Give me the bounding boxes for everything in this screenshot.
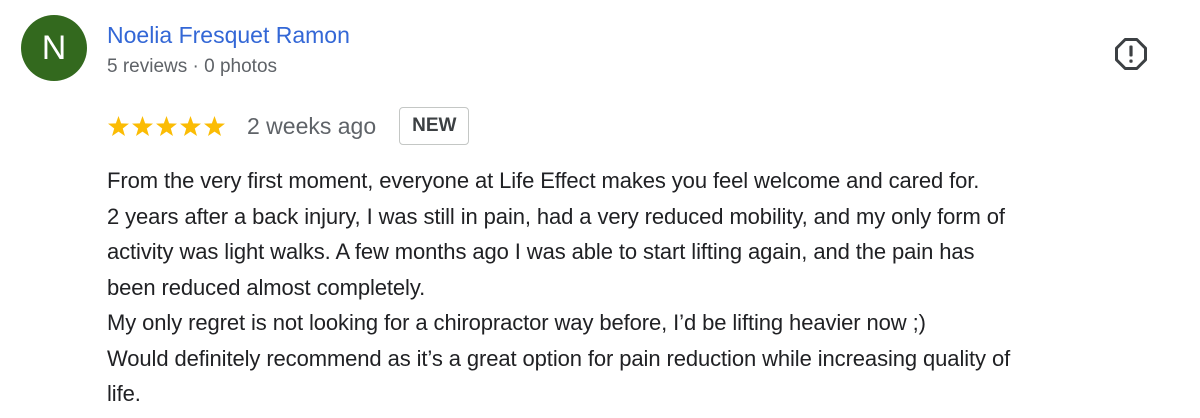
star-icon: [204, 115, 225, 136]
review-text: From the very first moment, everyone at …: [107, 163, 1187, 412]
review-line: From the very first moment, everyone at …: [107, 168, 980, 193]
review-card: N Noelia Fresquet Ramon 5 reviews · 0 ph…: [0, 0, 1200, 418]
review-line: Would definitely recommend as it’s a gre…: [107, 345, 1011, 371]
star-icon: [180, 115, 201, 136]
review-date: 2 weeks ago: [247, 112, 377, 139]
star-icon: [108, 115, 129, 136]
avatar[interactable]: N: [21, 15, 87, 81]
star-icon: [132, 115, 153, 136]
new-badge: NEW: [399, 107, 470, 145]
star-rating: [107, 105, 227, 147]
rating-row: 2 weeks ago NEW: [107, 105, 470, 147]
review-line: life.: [107, 381, 141, 406]
review-line: been reduced almost completely.: [107, 274, 426, 300]
octagon-exclamation-icon: [1115, 38, 1147, 70]
review-line: 2 years after a back injury, I was still…: [107, 203, 1005, 229]
star-icon: [156, 115, 177, 136]
report-review-icon[interactable]: [1114, 37, 1148, 71]
reviewer-name-link[interactable]: Noelia Fresquet Ramon: [107, 20, 350, 50]
review-line: activity was light walks. A few months a…: [107, 239, 975, 264]
reviewer-meta: 5 reviews · 0 photos: [107, 56, 278, 77]
review-line: My only regret is not looking for a chir…: [107, 310, 926, 335]
avatar-letter: N: [41, 28, 67, 67]
